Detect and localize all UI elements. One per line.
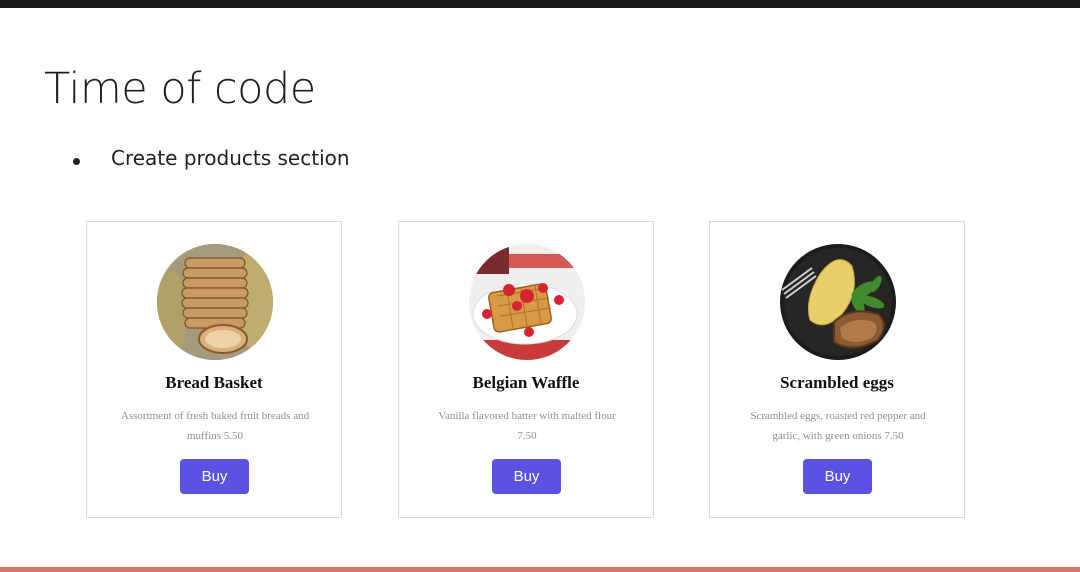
bottom-accent-bar: [0, 567, 1080, 572]
product-description: Scrambled eggs, roasted red pepper and g…: [750, 410, 926, 442]
product-name: Belgian Waffle: [472, 373, 580, 392]
top-border: [0, 0, 1080, 8]
product-name: Scrambled eggs: [780, 373, 894, 392]
product-card-scrambled-eggs: Scrambled eggs Scrambled eggs, roasted r…: [709, 221, 965, 518]
product-name: Bread Basket: [165, 373, 263, 392]
buy-button[interactable]: Buy: [492, 459, 561, 494]
product-description: Vanilla flavored batter with malted flou…: [438, 410, 616, 442]
product-card-belgian-waffle: Belgian Waffle Vanilla flavored batter w…: [398, 221, 654, 518]
bullet-icon: [73, 158, 80, 165]
product-description: Assortment of fresh baked fruit breads a…: [120, 410, 310, 442]
waffle-image: [469, 244, 585, 360]
buy-button[interactable]: Buy: [803, 459, 872, 494]
slide-title: Time of code: [44, 64, 316, 114]
buy-button[interactable]: Buy: [180, 459, 249, 494]
eggs-image: [780, 244, 896, 360]
bullet-item: Create products section: [111, 146, 350, 170]
product-card-bread-basket: Bread Basket Assortment of fresh baked f…: [86, 221, 342, 518]
bread-image: [157, 244, 273, 360]
